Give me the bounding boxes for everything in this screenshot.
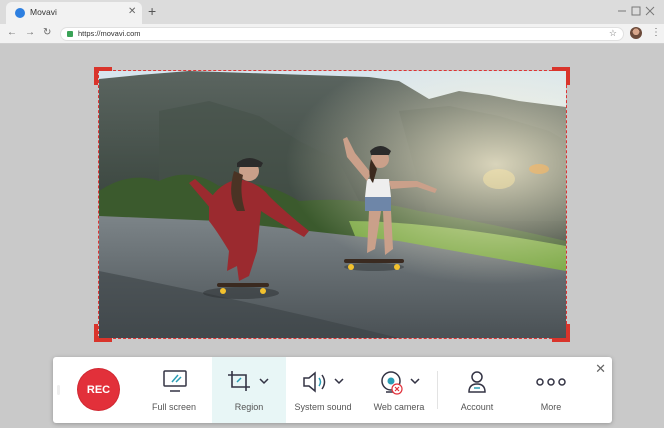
crop-icon [228,371,269,391]
web-camera-label: Web camera [373,402,425,412]
resize-handle-top-right[interactable] [552,67,570,85]
web-camera-button[interactable]: Web camera [367,357,431,423]
window-controls [618,6,655,16]
profile-avatar[interactable] [630,27,642,39]
tab-close-icon[interactable]: ✕ [128,6,136,17]
drag-handle[interactable] [57,385,60,395]
back-arrow-icon[interactable]: ← [7,27,17,38]
toolbar-divider [437,371,438,409]
menu-dots-icon[interactable]: ⋮ [651,27,661,39]
speaker-icon [303,371,344,393]
more-dots-icon [536,378,566,386]
resize-handle-top-left[interactable] [94,67,112,85]
reload-icon[interactable]: ↻ [43,27,51,38]
browser-tab[interactable]: Movavi ✕ [6,2,142,24]
url-field[interactable]: https://movavi.com ☆ [60,27,624,41]
region-button[interactable]: Region [212,357,286,423]
new-tab-plus-icon[interactable]: + [148,3,156,19]
fullscreen-icon [163,370,187,392]
account-label: Account [460,402,494,412]
capture-photo [99,71,566,338]
fullscreen-button[interactable]: Full screen [141,357,207,423]
webcam-off-icon [381,371,420,395]
resize-handle-bottom-right[interactable] [552,324,570,342]
more-button[interactable]: More [519,357,583,423]
account-button[interactable]: Account [445,357,509,423]
lock-icon [67,31,73,37]
resize-handle-bottom-left[interactable] [94,324,112,342]
url-text: https://movavi.com [78,29,141,38]
fullscreen-label: Full screen [151,402,196,412]
recording-toolbar: REC Full screen Region System sound Web … [53,357,612,423]
forward-arrow-icon[interactable]: → [25,27,35,38]
region-label: Region [234,402,264,412]
more-label: More [540,402,562,412]
system-sound-label: System sound [294,402,352,412]
browser-address-bar: ← → ↻ https://movavi.com ☆ [0,24,664,44]
movavi-favicon-icon [15,8,25,18]
rec-button[interactable]: REC [78,369,119,410]
browser-tab-bar: Movavi ✕ + [0,0,664,24]
account-icon [468,371,486,393]
bookmark-star-icon[interactable]: ☆ [609,28,617,39]
system-sound-button[interactable]: System sound [291,357,355,423]
tab-title: Movavi [30,7,57,17]
close-toolbar-icon[interactable]: ✕ [595,361,606,377]
